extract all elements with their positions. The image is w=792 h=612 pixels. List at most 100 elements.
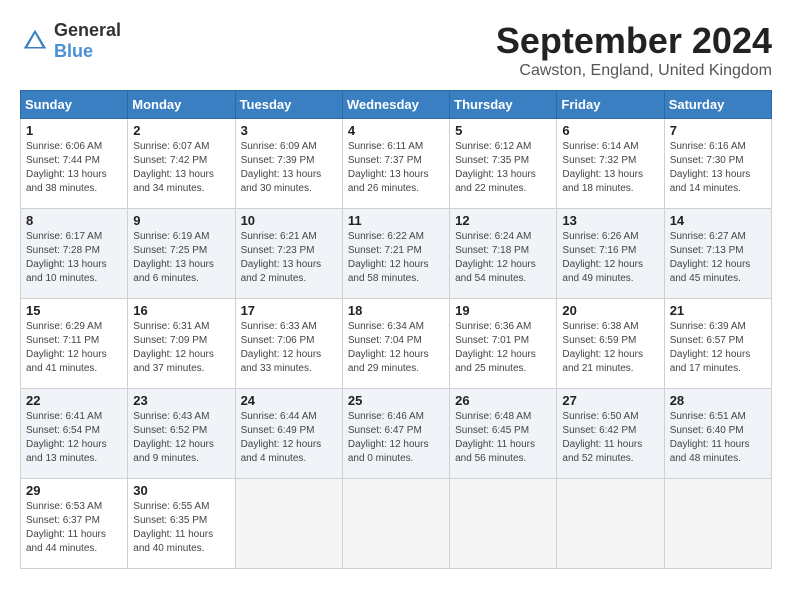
- cell-info: Sunrise: 6:51 AMSunset: 6:40 PMDaylight:…: [670, 410, 766, 466]
- day-number: 23: [133, 393, 229, 408]
- month-title: September 2024: [496, 20, 772, 62]
- calendar-day-cell: 16 Sunrise: 6:31 AMSunset: 7:09 PMDaylig…: [128, 299, 235, 389]
- cell-info: Sunrise: 6:43 AMSunset: 6:52 PMDaylight:…: [133, 410, 229, 466]
- day-number: 13: [562, 213, 658, 228]
- day-number: 18: [348, 303, 444, 318]
- cell-info: Sunrise: 6:26 AMSunset: 7:16 PMDaylight:…: [562, 230, 658, 286]
- calendar-week-row: 1 Sunrise: 6:06 AMSunset: 7:44 PMDayligh…: [21, 119, 772, 209]
- cell-info: Sunrise: 6:29 AMSunset: 7:11 PMDaylight:…: [26, 320, 122, 376]
- calendar-day-cell: 22 Sunrise: 6:41 AMSunset: 6:54 PMDaylig…: [21, 389, 128, 479]
- calendar-day-cell: 17 Sunrise: 6:33 AMSunset: 7:06 PMDaylig…: [235, 299, 342, 389]
- cell-info: Sunrise: 6:09 AMSunset: 7:39 PMDaylight:…: [241, 140, 337, 196]
- calendar-day-cell: 27 Sunrise: 6:50 AMSunset: 6:42 PMDaylig…: [557, 389, 664, 479]
- calendar-day-cell: 20 Sunrise: 6:38 AMSunset: 6:59 PMDaylig…: [557, 299, 664, 389]
- calendar-day-cell: 5 Sunrise: 6:12 AMSunset: 7:35 PMDayligh…: [450, 119, 557, 209]
- cell-info: Sunrise: 6:24 AMSunset: 7:18 PMDaylight:…: [455, 230, 551, 286]
- cell-info: Sunrise: 6:11 AMSunset: 7:37 PMDaylight:…: [348, 140, 444, 196]
- cell-info: Sunrise: 6:27 AMSunset: 7:13 PMDaylight:…: [670, 230, 766, 286]
- calendar-day-cell: [557, 479, 664, 569]
- weekday-header: Monday: [128, 91, 235, 119]
- weekday-header: Tuesday: [235, 91, 342, 119]
- cell-info: Sunrise: 6:16 AMSunset: 7:30 PMDaylight:…: [670, 140, 766, 196]
- day-number: 11: [348, 213, 444, 228]
- calendar-day-cell: 8 Sunrise: 6:17 AMSunset: 7:28 PMDayligh…: [21, 209, 128, 299]
- location: Cawston, England, United Kingdom: [496, 62, 772, 80]
- day-number: 28: [670, 393, 766, 408]
- day-number: 21: [670, 303, 766, 318]
- calendar-day-cell: 3 Sunrise: 6:09 AMSunset: 7:39 PMDayligh…: [235, 119, 342, 209]
- day-number: 22: [26, 393, 122, 408]
- calendar-day-cell: [235, 479, 342, 569]
- page-header: General Blue September 2024 Cawston, Eng…: [20, 20, 772, 80]
- day-number: 29: [26, 483, 122, 498]
- calendar-day-cell: 26 Sunrise: 6:48 AMSunset: 6:45 PMDaylig…: [450, 389, 557, 479]
- calendar-day-cell: 25 Sunrise: 6:46 AMSunset: 6:47 PMDaylig…: [342, 389, 449, 479]
- cell-info: Sunrise: 6:07 AMSunset: 7:42 PMDaylight:…: [133, 140, 229, 196]
- calendar-day-cell: 9 Sunrise: 6:19 AMSunset: 7:25 PMDayligh…: [128, 209, 235, 299]
- day-number: 1: [26, 123, 122, 138]
- day-number: 6: [562, 123, 658, 138]
- calendar-day-cell: [664, 479, 771, 569]
- calendar-day-cell: 15 Sunrise: 6:29 AMSunset: 7:11 PMDaylig…: [21, 299, 128, 389]
- cell-info: Sunrise: 6:41 AMSunset: 6:54 PMDaylight:…: [26, 410, 122, 466]
- calendar-day-cell: [342, 479, 449, 569]
- logo-icon: [20, 26, 50, 56]
- calendar-week-row: 15 Sunrise: 6:29 AMSunset: 7:11 PMDaylig…: [21, 299, 772, 389]
- cell-info: Sunrise: 6:22 AMSunset: 7:21 PMDaylight:…: [348, 230, 444, 286]
- calendar-day-cell: 29 Sunrise: 6:53 AMSunset: 6:37 PMDaylig…: [21, 479, 128, 569]
- cell-info: Sunrise: 6:53 AMSunset: 6:37 PMDaylight:…: [26, 500, 122, 556]
- cell-info: Sunrise: 6:19 AMSunset: 7:25 PMDaylight:…: [133, 230, 229, 286]
- calendar-day-cell: 23 Sunrise: 6:43 AMSunset: 6:52 PMDaylig…: [128, 389, 235, 479]
- day-number: 20: [562, 303, 658, 318]
- calendar-week-row: 22 Sunrise: 6:41 AMSunset: 6:54 PMDaylig…: [21, 389, 772, 479]
- cell-info: Sunrise: 6:36 AMSunset: 7:01 PMDaylight:…: [455, 320, 551, 376]
- weekday-header: Wednesday: [342, 91, 449, 119]
- calendar-day-cell: 7 Sunrise: 6:16 AMSunset: 7:30 PMDayligh…: [664, 119, 771, 209]
- calendar-day-cell: 1 Sunrise: 6:06 AMSunset: 7:44 PMDayligh…: [21, 119, 128, 209]
- cell-info: Sunrise: 6:39 AMSunset: 6:57 PMDaylight:…: [670, 320, 766, 376]
- day-number: 3: [241, 123, 337, 138]
- weekday-header: Sunday: [21, 91, 128, 119]
- day-number: 12: [455, 213, 551, 228]
- day-number: 7: [670, 123, 766, 138]
- title-block: September 2024 Cawston, England, United …: [496, 20, 772, 80]
- cell-info: Sunrise: 6:12 AMSunset: 7:35 PMDaylight:…: [455, 140, 551, 196]
- logo-text-blue: Blue: [54, 41, 93, 61]
- day-number: 25: [348, 393, 444, 408]
- calendar-table: SundayMondayTuesdayWednesdayThursdayFrid…: [20, 90, 772, 569]
- calendar-day-cell: 4 Sunrise: 6:11 AMSunset: 7:37 PMDayligh…: [342, 119, 449, 209]
- cell-info: Sunrise: 6:38 AMSunset: 6:59 PMDaylight:…: [562, 320, 658, 376]
- cell-info: Sunrise: 6:31 AMSunset: 7:09 PMDaylight:…: [133, 320, 229, 376]
- calendar-day-cell: 28 Sunrise: 6:51 AMSunset: 6:40 PMDaylig…: [664, 389, 771, 479]
- cell-info: Sunrise: 6:34 AMSunset: 7:04 PMDaylight:…: [348, 320, 444, 376]
- calendar-day-cell: 12 Sunrise: 6:24 AMSunset: 7:18 PMDaylig…: [450, 209, 557, 299]
- calendar-day-cell: 18 Sunrise: 6:34 AMSunset: 7:04 PMDaylig…: [342, 299, 449, 389]
- calendar-day-cell: 2 Sunrise: 6:07 AMSunset: 7:42 PMDayligh…: [128, 119, 235, 209]
- calendar-day-cell: 13 Sunrise: 6:26 AMSunset: 7:16 PMDaylig…: [557, 209, 664, 299]
- calendar-day-cell: 6 Sunrise: 6:14 AMSunset: 7:32 PMDayligh…: [557, 119, 664, 209]
- day-number: 15: [26, 303, 122, 318]
- weekday-header: Friday: [557, 91, 664, 119]
- day-number: 4: [348, 123, 444, 138]
- calendar-day-cell: [450, 479, 557, 569]
- cell-info: Sunrise: 6:17 AMSunset: 7:28 PMDaylight:…: [26, 230, 122, 286]
- day-number: 10: [241, 213, 337, 228]
- calendar-day-cell: 14 Sunrise: 6:27 AMSunset: 7:13 PMDaylig…: [664, 209, 771, 299]
- calendar-header-row: SundayMondayTuesdayWednesdayThursdayFrid…: [21, 91, 772, 119]
- calendar-day-cell: 21 Sunrise: 6:39 AMSunset: 6:57 PMDaylig…: [664, 299, 771, 389]
- cell-info: Sunrise: 6:50 AMSunset: 6:42 PMDaylight:…: [562, 410, 658, 466]
- cell-info: Sunrise: 6:44 AMSunset: 6:49 PMDaylight:…: [241, 410, 337, 466]
- weekday-header: Thursday: [450, 91, 557, 119]
- day-number: 5: [455, 123, 551, 138]
- cell-info: Sunrise: 6:21 AMSunset: 7:23 PMDaylight:…: [241, 230, 337, 286]
- calendar-day-cell: 10 Sunrise: 6:21 AMSunset: 7:23 PMDaylig…: [235, 209, 342, 299]
- day-number: 19: [455, 303, 551, 318]
- day-number: 16: [133, 303, 229, 318]
- day-number: 14: [670, 213, 766, 228]
- logo: General Blue: [20, 20, 121, 62]
- calendar-week-row: 8 Sunrise: 6:17 AMSunset: 7:28 PMDayligh…: [21, 209, 772, 299]
- cell-info: Sunrise: 6:33 AMSunset: 7:06 PMDaylight:…: [241, 320, 337, 376]
- day-number: 30: [133, 483, 229, 498]
- cell-info: Sunrise: 6:14 AMSunset: 7:32 PMDaylight:…: [562, 140, 658, 196]
- cell-info: Sunrise: 6:48 AMSunset: 6:45 PMDaylight:…: [455, 410, 551, 466]
